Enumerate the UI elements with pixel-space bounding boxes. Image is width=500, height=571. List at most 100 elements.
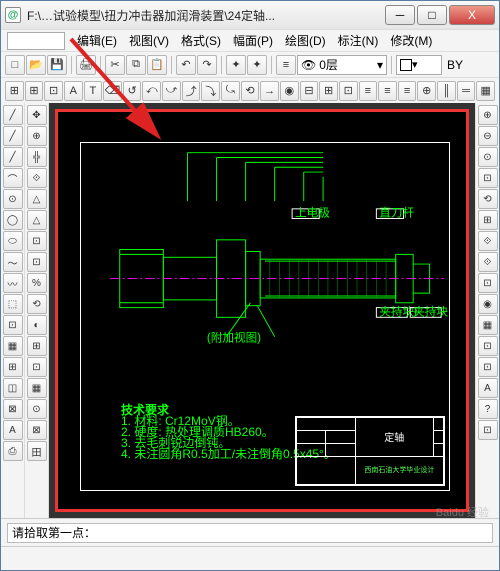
modify-tool-15[interactable]: ⊟ bbox=[300, 81, 319, 101]
view-tool-3[interactable]: ⊡ bbox=[478, 168, 498, 188]
command-input[interactable] bbox=[7, 523, 493, 543]
edit-tool-13[interactable]: ▦ bbox=[27, 378, 47, 398]
modify-tool-2[interactable]: ⊡ bbox=[44, 81, 63, 101]
draw-tool-11[interactable]: ▦ bbox=[3, 336, 23, 356]
draw-tool-1[interactable]: ╱ bbox=[3, 126, 23, 146]
draw-tool-13[interactable]: ◫ bbox=[3, 378, 23, 398]
view-tool-0[interactable]: ⊕ bbox=[478, 105, 498, 125]
edit-tool-6[interactable]: ⊡ bbox=[27, 231, 47, 251]
save-button[interactable]: 💾 bbox=[47, 55, 67, 75]
edit-tool-15[interactable]: ⊠ bbox=[27, 420, 47, 440]
edit-tool-12[interactable]: ⊡ bbox=[27, 357, 47, 377]
modify-tool-8[interactable]: ⤻ bbox=[162, 81, 181, 101]
edit-tool-10[interactable]: ◐ bbox=[27, 315, 47, 335]
draw-tool-8[interactable]: 〰 bbox=[3, 273, 23, 293]
view-tool-7[interactable]: ⟐ bbox=[478, 252, 498, 272]
modify-tool-1[interactable]: ⊞ bbox=[25, 81, 44, 101]
modify-tool-19[interactable]: ≡ bbox=[378, 81, 397, 101]
edit-tool-3[interactable]: ⟐ bbox=[27, 168, 47, 188]
minimize-button[interactable]: ─ bbox=[385, 5, 415, 25]
redo-button[interactable]: ↷ bbox=[197, 55, 217, 75]
draw-tool-12[interactable]: ⊞ bbox=[3, 357, 23, 377]
edit-tool-1[interactable]: ⊕ bbox=[27, 126, 47, 146]
undo-button[interactable]: ↶ bbox=[176, 55, 196, 75]
modify-tool-13[interactable]: → bbox=[260, 81, 279, 101]
menu-amplitude[interactable]: 幅面(P) bbox=[229, 30, 277, 51]
draw-tool-3[interactable]: ⌒ bbox=[3, 168, 23, 188]
draw-tool-16[interactable]: ⎙ bbox=[3, 441, 23, 461]
edit-tool-4[interactable]: △ bbox=[27, 189, 47, 209]
feature-button[interactable]: ✦ bbox=[226, 55, 246, 75]
edit-tool-8[interactable]: % bbox=[27, 273, 47, 293]
modify-tool-5[interactable]: ⌫ bbox=[103, 81, 122, 101]
modify-tool-18[interactable]: ≡ bbox=[359, 81, 378, 101]
modify-tool-23[interactable]: ═ bbox=[457, 81, 476, 101]
edit-tool-0[interactable]: ✥ bbox=[27, 105, 47, 125]
copy-button[interactable]: ⧉ bbox=[126, 55, 146, 75]
modify-tool-3[interactable]: A bbox=[64, 81, 83, 101]
view-tool-15[interactable]: ⊡ bbox=[478, 420, 498, 440]
modify-tool-0[interactable]: ⊞ bbox=[5, 81, 24, 101]
edit-tool-9[interactable]: ⟲ bbox=[27, 294, 47, 314]
edit-tool-2[interactable]: ╬ bbox=[27, 147, 47, 167]
view-tool-9[interactable]: ◉ bbox=[478, 294, 498, 314]
view-tool-13[interactable]: A bbox=[478, 378, 498, 398]
new-button[interactable]: □ bbox=[5, 55, 25, 75]
view-tool-11[interactable]: ⊡ bbox=[478, 336, 498, 356]
edit-tool-5[interactable]: △ bbox=[27, 210, 47, 230]
open-button[interactable]: 📂 bbox=[26, 55, 46, 75]
draw-tool-2[interactable]: ╱ bbox=[3, 147, 23, 167]
menu-modify[interactable]: 修改(M) bbox=[386, 30, 436, 51]
draw-tool-6[interactable]: ⬭ bbox=[3, 231, 23, 251]
modify-tool-11[interactable]: ⤿ bbox=[221, 81, 240, 101]
paste-button[interactable]: 📋 bbox=[147, 55, 167, 75]
view-tool-10[interactable]: ▦ bbox=[478, 315, 498, 335]
layer-button[interactable]: ≡ bbox=[276, 55, 296, 75]
view-tool-1[interactable]: ⊖ bbox=[478, 126, 498, 146]
modify-tool-24[interactable]: ▦ bbox=[476, 81, 495, 101]
view-tool-5[interactable]: ⊞ bbox=[478, 210, 498, 230]
close-button[interactable]: X bbox=[449, 5, 495, 25]
edit-tool-14[interactable]: ⊙ bbox=[27, 399, 47, 419]
draw-tool-9[interactable]: ⬚ bbox=[3, 294, 23, 314]
view-tool-14[interactable]: ? bbox=[478, 399, 498, 419]
draw-tool-15[interactable]: A bbox=[3, 420, 23, 440]
edit-tool-16[interactable]: 田 bbox=[27, 441, 47, 461]
modify-tool-12[interactable]: ⟲ bbox=[241, 81, 260, 101]
drawing-canvas-area[interactable]: 上电极 直刀杆 夹持块I 夹持块II (附加视图) 技术要求 1. 材料: Cr bbox=[49, 103, 475, 518]
menu-edit[interactable]: 编辑(E) bbox=[73, 30, 121, 51]
draw-tool-0[interactable]: ╱ bbox=[3, 105, 23, 125]
modify-tool-4[interactable]: T bbox=[84, 81, 103, 101]
modify-tool-21[interactable]: ⊕ bbox=[417, 81, 436, 101]
menu-draw[interactable]: 绘图(D) bbox=[281, 30, 330, 51]
modify-tool-9[interactable]: ⤴ bbox=[182, 81, 201, 101]
modify-tool-17[interactable]: ⊡ bbox=[339, 81, 358, 101]
print-button[interactable]: 🖨 bbox=[76, 55, 96, 75]
feature2-button[interactable]: ✦ bbox=[247, 55, 267, 75]
draw-tool-10[interactable]: ⊡ bbox=[3, 315, 23, 335]
modify-tool-20[interactable]: ≡ bbox=[398, 81, 417, 101]
view-tool-12[interactable]: ⊡ bbox=[478, 357, 498, 377]
draw-tool-14[interactable]: ⊠ bbox=[3, 399, 23, 419]
view-tool-4[interactable]: ⟲ bbox=[478, 189, 498, 209]
maximize-button[interactable]: □ bbox=[417, 5, 447, 25]
modify-tool-14[interactable]: ◉ bbox=[280, 81, 299, 101]
cut-button[interactable]: ✂ bbox=[105, 55, 125, 75]
edit-tool-11[interactable]: ⊞ bbox=[27, 336, 47, 356]
view-tool-2[interactable]: ⊙ bbox=[478, 147, 498, 167]
modify-tool-6[interactable]: ↺ bbox=[123, 81, 142, 101]
edit-tool-7[interactable]: ⊡ bbox=[27, 252, 47, 272]
modify-tool-10[interactable]: ⤵ bbox=[201, 81, 220, 101]
menu-format[interactable]: 格式(S) bbox=[177, 30, 225, 51]
modify-tool-16[interactable]: ⊞ bbox=[319, 81, 338, 101]
layer-dropdown[interactable]: 👁 0层 ▾ bbox=[297, 55, 387, 75]
menu-annotate[interactable]: 标注(N) bbox=[334, 30, 383, 51]
drawing-viewport[interactable]: 上电极 直刀杆 夹持块I 夹持块II (附加视图) 技术要求 1. 材料: Cr bbox=[55, 109, 469, 512]
view-tool-8[interactable]: ⊡ bbox=[478, 273, 498, 293]
modify-tool-7[interactable]: ⤺ bbox=[142, 81, 161, 101]
menu-view[interactable]: 视图(V) bbox=[125, 30, 173, 51]
draw-tool-5[interactable]: ◯ bbox=[3, 210, 23, 230]
color-dropdown[interactable]: ▾ bbox=[396, 55, 442, 75]
draw-tool-7[interactable]: ～ bbox=[3, 252, 23, 272]
file-menu-placeholder[interactable] bbox=[7, 32, 65, 50]
